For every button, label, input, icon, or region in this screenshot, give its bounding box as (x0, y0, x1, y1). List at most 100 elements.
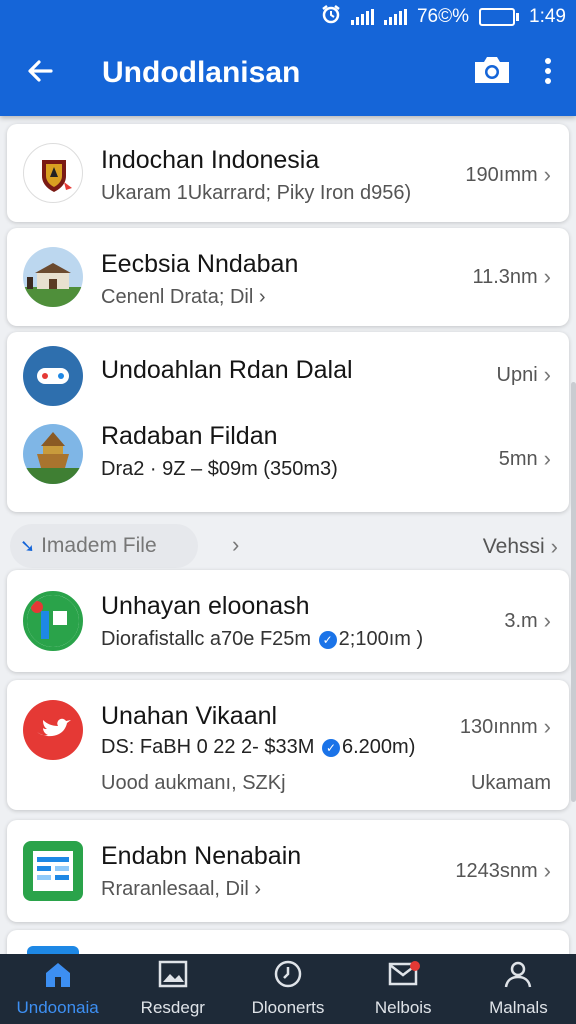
item-detail: Dra2 · 9Z – $09m (350m3) (101, 458, 338, 480)
section-right-group[interactable]: Vehssi › (483, 534, 558, 560)
top-bar: 76©% 1:49 Undodlanisan (0, 0, 576, 116)
item-meta: 3.m (504, 609, 538, 632)
battery-percent: 76©% (416, 6, 470, 27)
back-button[interactable] (0, 34, 80, 112)
item-detail: Cenenl Drata; Dil › (101, 286, 266, 308)
chevron-right-icon: › (543, 264, 551, 289)
app-bar: Undodlanisan (0, 34, 576, 112)
nav-item-gallery[interactable]: Resdegr (115, 954, 230, 1024)
item-title: Unahan Vikaanl (101, 702, 278, 730)
chevron-right-icon: › (543, 162, 551, 187)
item-meta-group: 3.m › (504, 608, 551, 634)
item-detail-text: DS: FaBH 0 22 2- $33M (101, 736, 315, 758)
list-item-partial[interactable] (7, 930, 569, 954)
nav-label: Dloonerts (251, 998, 325, 1017)
camera-button[interactable] (464, 34, 520, 112)
list-item[interactable]: Unhayan eloonash Diorafistallc a70e F25m… (7, 570, 569, 672)
item-title: Undoahlan Rdan Dalal (101, 356, 353, 384)
nav-item-home[interactable]: Undoonaia (0, 954, 115, 1024)
chevron-right-icon[interactable]: › (232, 532, 239, 558)
item-detail-text-2: 6.200m) (342, 736, 416, 758)
clock-time: 1:49 (529, 6, 566, 27)
chevron-right-icon: › (543, 362, 551, 387)
item-detail: Rraranlesaal, Dil › (101, 878, 262, 900)
item-title: Endabn Nenabain (101, 842, 302, 870)
item-meta-2: Ukamam (470, 772, 551, 794)
list-item[interactable]: Undoahlan Rdan Dalal Upni › (7, 332, 569, 418)
arrow-back-icon (25, 56, 55, 91)
home-icon (43, 960, 73, 993)
image-icon (158, 960, 188, 993)
scrollbar[interactable] (571, 382, 576, 802)
item-detail-text: Diorafistallc a70e F25m (101, 628, 312, 650)
status-bar: 76©% 1:49 (321, 4, 566, 30)
item-title: Radaban Fildan (101, 422, 278, 450)
page-title: Undodlanisan (102, 56, 301, 89)
item-meta: 130ınnm (459, 715, 538, 738)
item-title: Unhayan eloonash (101, 592, 310, 620)
crest-avatar (23, 143, 83, 203)
nav-label: Resdegr (140, 998, 205, 1017)
list-item-group: Undoahlan Rdan Dalal Upni › Radaban Filda… (7, 332, 569, 512)
list-item[interactable]: Unahan Vikaanl DS: FaBH 0 22 2- $33M ✓ 6.… (7, 680, 569, 810)
section-label: Imadem File (41, 534, 157, 557)
item-meta-group: 190ımm › (465, 162, 551, 188)
item-meta-group: 1243snm › (455, 858, 551, 884)
more-vert-icon (543, 56, 553, 91)
item-meta-group: 130ınnm › (460, 714, 551, 740)
item-meta: 1243snm (455, 859, 538, 882)
nav-item-mail[interactable]: Nelbois (346, 954, 461, 1024)
item-title: Eecbsia Nndaban (101, 250, 299, 278)
game-avatar (23, 346, 83, 406)
section-right-label: Vehssi (482, 535, 545, 558)
item-meta: 5mn (498, 447, 538, 470)
arrow-icon: ➘ (20, 535, 36, 556)
signal-icon (350, 9, 374, 25)
item-meta-group: 11.3nm › (472, 264, 551, 290)
item-meta: 11.3nm (472, 265, 538, 288)
item-title: Indochan Indonesia (101, 146, 320, 174)
nav-item-history[interactable]: Dloonerts (230, 954, 345, 1024)
app-logo-avatar (23, 591, 83, 651)
battery-icon (479, 8, 520, 26)
item-meta: Upni (496, 363, 538, 386)
list-item[interactable]: Endabn Nenabain Rraranlesaal, Dil › 1243… (7, 820, 569, 922)
app-screen: 76©% 1:49 Undodlanisan Indochan Indonesi… (0, 0, 576, 1024)
item-detail: Ukaram 1Ukarrard; Piky Iron d956) (101, 182, 412, 204)
verified-check-icon: ✓ (318, 630, 337, 649)
list-item[interactable]: Eecbsia Nndaban Cenenl Drata; Dil › 11.3… (7, 228, 569, 326)
nav-item-profile[interactable]: Malnals (461, 954, 576, 1024)
list-item[interactable]: Radaban Fildan Dra2 · 9Z – $09m (350m3) … (7, 418, 569, 512)
alarm-icon (321, 4, 341, 30)
clock-icon (273, 960, 303, 993)
camera-icon (471, 54, 513, 93)
chevron-right-icon: › (543, 446, 551, 471)
content-list: Indochan Indonesia Ukaram 1Ukarrard; Pik… (0, 116, 576, 954)
section-header: ➘ Imadem File › Vehssi › (0, 520, 576, 572)
item-detail: Diorafistallc a70e F25m ✓ 2;100ım ) (101, 628, 423, 651)
chevron-right-icon: › (543, 858, 551, 883)
building-avatar (23, 247, 83, 307)
item-meta: 190ımm (465, 163, 538, 186)
list-item[interactable]: Indochan Indonesia Ukaram 1Ukarrard; Pik… (7, 124, 569, 222)
person-icon (503, 960, 533, 993)
item-meta-group: Upni › (497, 362, 551, 388)
more-button[interactable] (520, 34, 576, 112)
partial-avatar (27, 946, 79, 954)
nav-label: Malnals (489, 998, 548, 1017)
bottom-nav: Undoonaia Resdegr Dloonerts Nelbois Maln… (0, 954, 576, 1024)
signal-icon-2 (383, 9, 407, 25)
chevron-right-icon: › (543, 608, 551, 633)
chevron-right-icon: › (550, 534, 558, 559)
notification-badge (409, 961, 420, 971)
verified-check-icon: ✓ (322, 738, 340, 757)
nav-label: Undoonaia (16, 998, 99, 1017)
temple-avatar (23, 424, 83, 484)
sheet-avatar (23, 841, 83, 901)
item-detail-2: Uood aukmanı, SZKj (101, 772, 286, 794)
item-detail: DS: FaBH 0 22 2- $33M ✓ 6.200m) (101, 736, 415, 759)
section-chip[interactable]: ➘ Imadem File (10, 524, 198, 568)
nav-label: Nelbois (374, 998, 432, 1017)
item-meta-group: 5mn › (499, 446, 551, 472)
chevron-right-icon: › (543, 714, 551, 739)
